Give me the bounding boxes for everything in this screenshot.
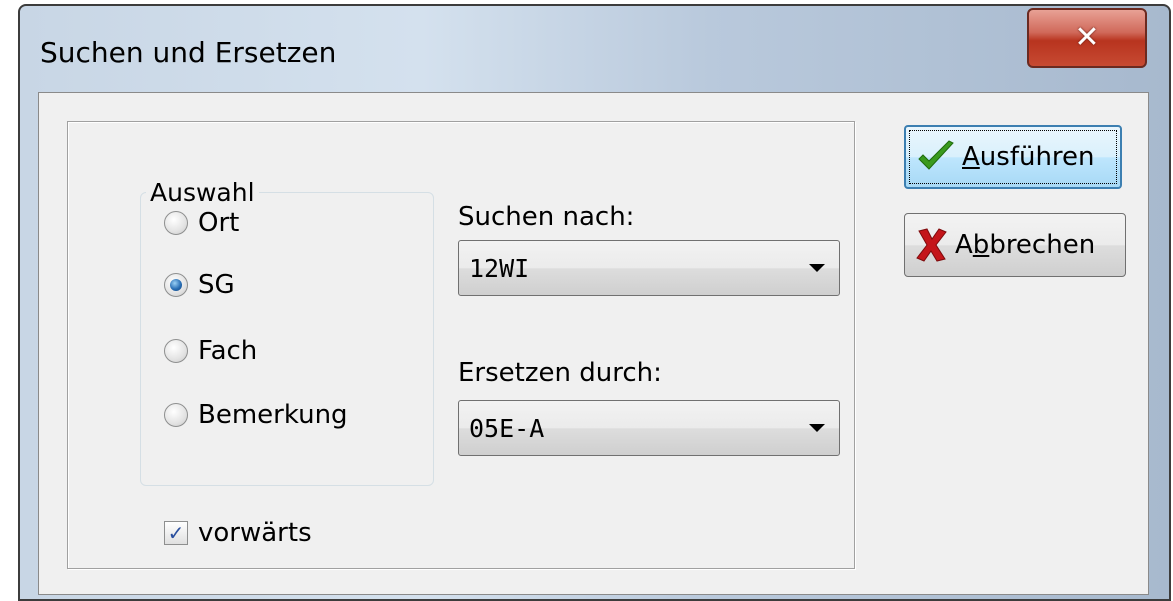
cancel-x-icon [915, 227, 949, 263]
search-value: 12WI [469, 254, 530, 283]
replace-value: 05E-A [469, 414, 545, 443]
forward-checkbox-row[interactable]: ✓ vorwärts [164, 518, 312, 548]
close-icon: ✕ [1074, 20, 1100, 55]
window-title: Suchen und Ersetzen [40, 36, 337, 69]
radio-label: Ort [198, 208, 240, 238]
execute-label: Ausführen [962, 142, 1095, 172]
radio-button[interactable] [164, 339, 188, 363]
radio-button[interactable] [164, 211, 188, 235]
search-combobox[interactable]: 12WI [458, 240, 840, 296]
replace-combobox[interactable]: 05E-A [458, 400, 840, 456]
radio-label: Bemerkung [198, 400, 348, 430]
radio-label: SG [198, 270, 235, 300]
options-panel: Auswahl Ort SG Fach Bemerkung Suchen nac… [67, 121, 855, 569]
dialog-window: Suchen und Ersetzen ✕ Auswahl Ort SG Fac… [18, 4, 1171, 601]
radio-sg[interactable]: SG [164, 270, 235, 300]
radio-bemerkung[interactable]: Bemerkung [164, 400, 348, 430]
checkmark-icon: ✓ [167, 521, 185, 545]
forward-checkbox[interactable]: ✓ [164, 521, 188, 545]
forward-label: vorwärts [198, 518, 312, 548]
auswahl-legend: Auswahl [146, 178, 259, 208]
search-label: Suchen nach: [458, 202, 635, 232]
radio-label: Fach [198, 336, 258, 366]
dropdown-arrow-icon[interactable] [809, 264, 825, 272]
check-icon [916, 139, 956, 175]
radio-button[interactable] [164, 273, 188, 297]
radio-ort[interactable]: Ort [164, 208, 239, 238]
radio-button[interactable] [164, 403, 188, 427]
execute-button[interactable]: Ausführen [904, 125, 1122, 189]
dialog-client-area: Auswahl Ort SG Fach Bemerkung Suchen nac… [38, 92, 1149, 595]
cancel-button[interactable]: Abbrechen [904, 213, 1126, 277]
radio-fach[interactable]: Fach [164, 336, 257, 366]
cancel-label: Abbrechen [955, 230, 1096, 260]
dropdown-arrow-icon[interactable] [809, 424, 825, 432]
replace-label: Ersetzen durch: [458, 358, 662, 388]
radio-selected-dot [170, 279, 182, 291]
title-bar[interactable]: Suchen und Ersetzen ✕ [20, 6, 1169, 94]
close-button[interactable]: ✕ [1027, 8, 1147, 68]
